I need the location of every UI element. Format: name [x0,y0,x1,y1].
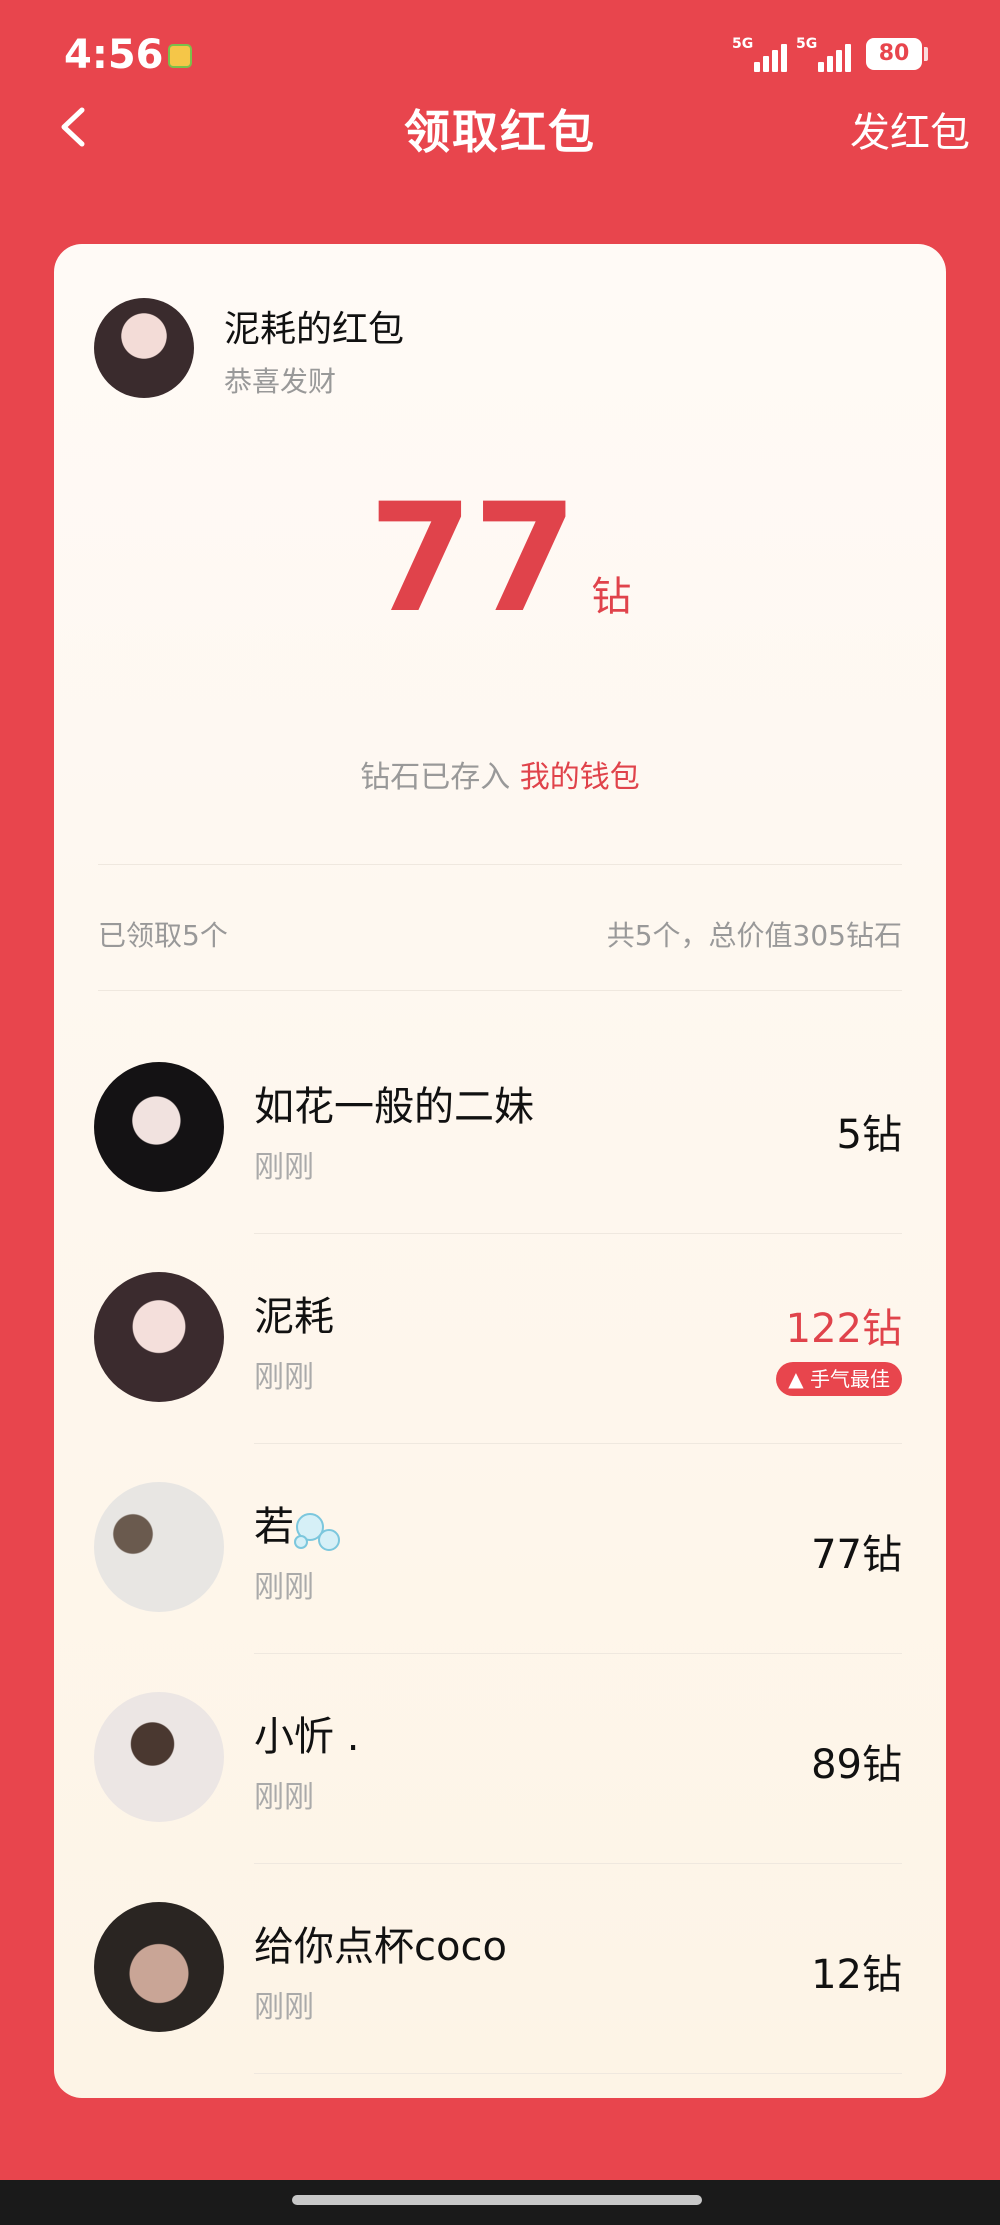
receive-amount: 77钻 [811,1532,902,1578]
receiver-name: 若 [254,1494,344,1552]
deposit-notice: 钻石已存入 我的钱包 [54,752,946,796]
thumbs-up-icon: ▲ [788,1367,804,1391]
receiver-name: 小忻 . [254,1714,360,1760]
receive-amount: 12钻 [811,1952,902,1998]
receive-amount: 89钻 [811,1742,902,1788]
receive-time: 刚刚 [254,1570,314,1605]
send-red-packet-button[interactable]: 发红包 [850,100,970,158]
avatar[interactable] [94,1272,224,1402]
list-item[interactable]: 如花一般的二妹 刚刚 5钻 [54,1024,946,1234]
greeting-message: 恭喜发财 [224,365,337,398]
deposit-text: 钻石已存入 [360,760,511,795]
list-item[interactable]: 小忻 . 刚刚 89钻 [54,1654,946,1864]
receiver-name: 给你点杯coco [254,1924,507,1970]
home-indicator[interactable] [292,2195,702,2205]
receiver-name: 泥耗 [254,1294,334,1340]
receive-time: 刚刚 [254,1990,314,2025]
list-item[interactable]: 给你点杯coco 刚刚 12钻 [54,1864,946,2074]
list-item[interactable]: 若 刚刚 77钻 [54,1444,946,1654]
avatar[interactable] [94,1482,224,1612]
app-notification-icon [168,44,192,68]
received-amount: 77 钻 [54,484,946,634]
receiver-name: 如花一般的二妹 [254,1084,534,1130]
battery-tip [924,47,928,61]
receive-amount: 122钻 [785,1306,902,1352]
list-item[interactable]: 泥耗 刚刚 122钻 ▲ 手气最佳 [54,1234,946,1444]
divider [98,990,902,991]
avatar[interactable] [94,1902,224,2032]
receive-time: 刚刚 [254,1360,314,1395]
receive-time: 刚刚 [254,1780,314,1815]
sender-avatar[interactable] [94,298,194,398]
best-luck-badge: ▲ 手气最佳 [776,1362,902,1396]
divider [254,2073,902,2074]
receive-time: 刚刚 [254,1150,314,1185]
received-count: 已领取5个 [98,919,228,952]
amount-unit: 钻 [591,574,632,620]
divider [98,864,902,865]
total-summary: 共5个，总价值305钻石 [606,919,902,952]
my-wallet-link[interactable]: 我的钱包 [520,760,640,795]
status-time: 4:56 [64,32,164,78]
avatar[interactable] [94,1062,224,1192]
receive-amount: 5钻 [836,1112,902,1158]
amount-value: 77 [368,472,578,646]
nav-bar: 领取红包 发红包 [0,90,1000,160]
sender-name: 泥耗的红包 [224,309,405,350]
avatar[interactable] [94,1692,224,1822]
red-packet-card: 泥耗的红包 恭喜发财 77 钻 钻石已存入 我的钱包 已领取5个 共5个，总价值3… [54,244,946,2098]
battery-icon: 80 [866,38,922,70]
bubbles-emoji-icon [294,1509,344,1551]
